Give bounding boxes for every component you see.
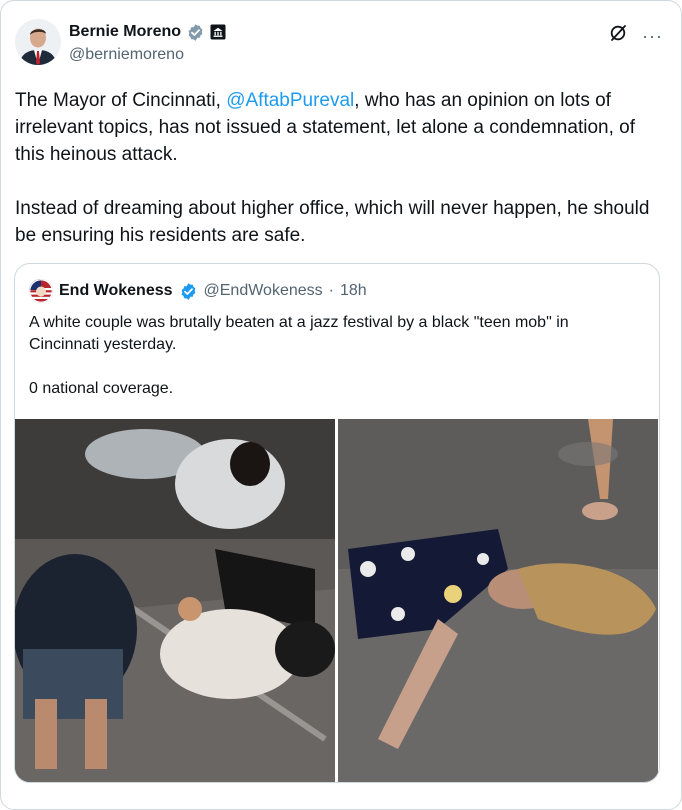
government-building-icon[interactable] bbox=[210, 24, 226, 40]
quoted-tweet-header: End Wokeness @EndWokeness · 18h bbox=[29, 278, 367, 304]
more-options-icon[interactable]: ··· bbox=[642, 27, 663, 45]
quoted-tweet[interactable]: End Wokeness @EndWokeness · 18h A white … bbox=[14, 263, 660, 783]
quoted-author-avatar[interactable] bbox=[29, 279, 53, 303]
verified-badge-icon[interactable] bbox=[186, 23, 205, 42]
quoted-timestamp[interactable]: 18h bbox=[340, 282, 367, 300]
author-display-name[interactable]: Bernie Moreno bbox=[69, 23, 181, 41]
mention-link[interactable]: @AftabPureval bbox=[226, 90, 354, 111]
tweet-paragraph-2: Instead of dreaming about higher office,… bbox=[15, 198, 650, 246]
grok-icon[interactable] bbox=[608, 23, 628, 48]
tweet-header: Bernie Moreno @berniemoreno ··· bbox=[15, 19, 667, 69]
tweet-text: The Mayor of Cincinnati, @AftabPureval, … bbox=[15, 87, 667, 249]
author-avatar-image bbox=[15, 19, 61, 65]
tweet-card: Bernie Moreno @berniemoreno ··· The Mayo… bbox=[0, 0, 682, 810]
photo-right[interactable] bbox=[338, 419, 658, 782]
author-avatar[interactable] bbox=[15, 19, 61, 65]
tweet-paragraph-1: The Mayor of Cincinnati, @AftabPureval, … bbox=[15, 87, 667, 168]
author-name-row: Bernie Moreno bbox=[69, 21, 226, 43]
quoted-author-handle[interactable]: @EndWokeness bbox=[204, 282, 323, 300]
separator-dot: · bbox=[328, 282, 334, 299]
quoted-paragraph-1: A white couple was brutally beaten at a … bbox=[29, 314, 569, 353]
quoted-paragraph-2: 0 national coverage. bbox=[29, 380, 174, 397]
verified-badge-icon[interactable] bbox=[179, 282, 198, 301]
author-handle[interactable]: @berniemoreno bbox=[69, 46, 226, 64]
author-names: Bernie Moreno @berniemoreno bbox=[69, 21, 226, 64]
header-actions: ··· bbox=[608, 23, 663, 48]
quoted-tweet-text: A white couple was brutally beaten at a … bbox=[29, 312, 639, 400]
quoted-author-display-name[interactable]: End Wokeness bbox=[59, 282, 173, 300]
quoted-media-grid bbox=[15, 419, 659, 782]
tweet-text-part: The Mayor of Cincinnati, bbox=[15, 90, 227, 111]
photo-left[interactable] bbox=[15, 419, 335, 782]
